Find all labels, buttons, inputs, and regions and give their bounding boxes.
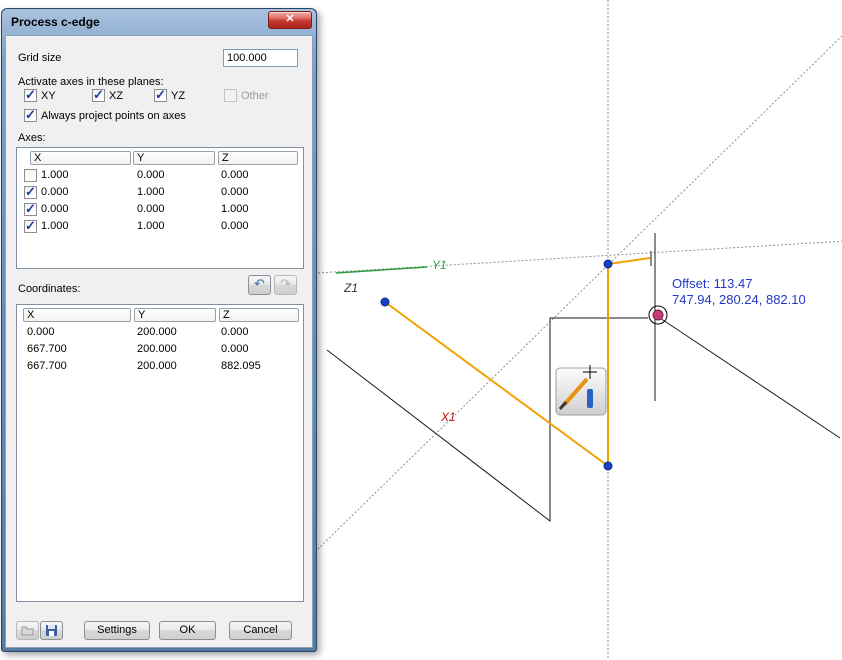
dialog-body: Grid size Activate axes in these planes:… bbox=[5, 35, 313, 648]
ok-button[interactable]: OK bbox=[159, 621, 216, 640]
checkbox-plane-yz[interactable] bbox=[154, 89, 167, 102]
checkbox-plane-other bbox=[224, 89, 237, 102]
save-button[interactable] bbox=[40, 621, 63, 640]
grid-size-label: Grid size bbox=[18, 52, 61, 64]
settings-button[interactable]: Settings bbox=[84, 621, 150, 640]
coords-col-header-x[interactable]: X bbox=[23, 308, 131, 322]
axes-row-checkbox[interactable] bbox=[24, 186, 37, 199]
coords-cell[interactable]: 200.000 bbox=[137, 358, 177, 375]
axes-cell[interactable]: 0.000 bbox=[41, 201, 69, 218]
plane-xy-label: XY bbox=[41, 90, 56, 102]
x1-axis-label: X1 bbox=[440, 410, 456, 424]
axes-cell[interactable]: 0.000 bbox=[221, 218, 249, 235]
plane-xz-label: XZ bbox=[109, 90, 123, 102]
checkbox-plane-xz[interactable] bbox=[92, 89, 105, 102]
undo-button[interactable]: ↶ bbox=[248, 275, 271, 295]
window-title: Process c-edge bbox=[5, 15, 100, 29]
edge-tool-cursor-icon bbox=[556, 365, 606, 415]
grid-size-input[interactable] bbox=[223, 49, 298, 67]
coords-col-header-y[interactable]: Y bbox=[134, 308, 216, 322]
axes-row-checkbox[interactable] bbox=[24, 169, 37, 182]
snap-point[interactable] bbox=[653, 310, 663, 320]
always-project-label: Always project points on axes bbox=[41, 110, 186, 122]
axes-cell[interactable]: 1.000 bbox=[41, 218, 69, 235]
folder-icon bbox=[21, 624, 34, 637]
plane-yz-label: YZ bbox=[171, 90, 185, 102]
open-button[interactable] bbox=[16, 621, 39, 640]
coords-col-header-z[interactable]: Z bbox=[219, 308, 299, 322]
z1-axis-label: Z1 bbox=[343, 281, 358, 295]
checkbox-plane-xy[interactable] bbox=[24, 89, 37, 102]
edge-bar-icon bbox=[587, 389, 593, 408]
coordinates-table: X Y Z 0.000 200.000 0.000 667.700 200.00… bbox=[16, 304, 304, 602]
titlebar[interactable]: Process c-edge ✕ bbox=[5, 9, 313, 35]
axes-col-header-x[interactable]: X bbox=[30, 151, 131, 165]
axes-cell[interactable]: 0.000 bbox=[137, 167, 165, 184]
tool-icon-box bbox=[556, 368, 606, 415]
checkbox-always-project[interactable] bbox=[24, 109, 37, 122]
axes-cell[interactable]: 0.000 bbox=[137, 201, 165, 218]
axes-cell[interactable]: 1.000 bbox=[137, 218, 165, 235]
close-icon: ✕ bbox=[285, 13, 294, 25]
coordinates-label: Coordinates: bbox=[18, 283, 80, 295]
axes-cell[interactable]: 0.000 bbox=[41, 184, 69, 201]
coords-cell[interactable]: 200.000 bbox=[137, 324, 177, 341]
coords-cell[interactable]: 882.095 bbox=[221, 358, 261, 375]
axes-cell[interactable]: 0.000 bbox=[221, 184, 249, 201]
vertex-point-1[interactable] bbox=[381, 298, 389, 306]
vertex-point-3[interactable] bbox=[604, 462, 612, 470]
coords-cell[interactable]: 667.700 bbox=[27, 358, 67, 375]
planes-label: Activate axes in these planes: bbox=[18, 76, 164, 88]
axes-cell[interactable]: 1.000 bbox=[221, 201, 249, 218]
axes-label: Axes: bbox=[18, 132, 46, 144]
offset-tooltip-line1: Offset: 113.47 bbox=[672, 276, 752, 291]
axes-cell[interactable]: 1.000 bbox=[41, 167, 69, 184]
y1-axis-label: Y1 bbox=[432, 258, 447, 272]
coords-cell[interactable]: 0.000 bbox=[221, 324, 249, 341]
axes-row-checkbox[interactable] bbox=[24, 203, 37, 216]
axes-cell[interactable]: 1.000 bbox=[137, 184, 165, 201]
redo-button[interactable]: ↷ bbox=[274, 275, 297, 295]
cancel-button[interactable]: Cancel bbox=[229, 621, 292, 640]
vertex-point-2[interactable] bbox=[604, 260, 612, 268]
axes-table: X Y Z 1.000 0.000 0.000 0.000 1.000 0.00… bbox=[16, 147, 304, 269]
close-button[interactable]: ✕ bbox=[268, 11, 312, 29]
axes-row-checkbox[interactable] bbox=[24, 220, 37, 233]
coords-cell[interactable]: 0.000 bbox=[221, 341, 249, 358]
coords-cell[interactable]: 0.000 bbox=[27, 324, 55, 341]
axes-cell[interactable]: 0.000 bbox=[221, 167, 249, 184]
save-icon bbox=[45, 624, 58, 637]
axes-col-header-y[interactable]: Y bbox=[133, 151, 215, 165]
coords-cell[interactable]: 200.000 bbox=[137, 341, 177, 358]
coords-cell[interactable]: 667.700 bbox=[27, 341, 67, 358]
offset-tooltip-coords: 747.94, 280.24, 882.10 bbox=[672, 292, 806, 307]
redo-icon: ↷ bbox=[280, 276, 291, 291]
undo-icon: ↶ bbox=[254, 276, 265, 291]
plane-other-label: Other bbox=[241, 90, 269, 102]
axes-col-header-z[interactable]: Z bbox=[218, 151, 298, 165]
process-c-edge-dialog: Process c-edge ✕ Grid size Activate axes… bbox=[1, 8, 317, 652]
